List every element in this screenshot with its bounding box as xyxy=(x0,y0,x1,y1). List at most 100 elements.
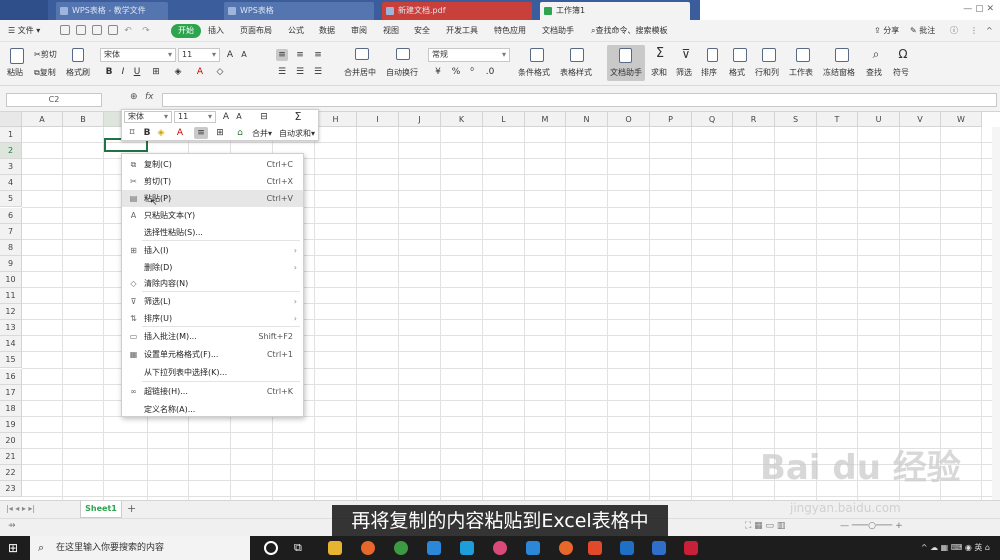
document-tab[interactable]: 新建文档.pdf xyxy=(382,2,532,20)
column-header[interactable]: S xyxy=(775,112,817,127)
select-all-corner[interactable] xyxy=(0,112,22,127)
column-header[interactable]: I xyxy=(357,112,399,127)
edge-icon[interactable] xyxy=(620,541,634,555)
add-sheet-button[interactable]: + xyxy=(127,502,136,515)
column-header[interactable]: N xyxy=(566,112,608,127)
fx-icon[interactable]: fx xyxy=(145,92,154,102)
mini-bold-button[interactable]: B xyxy=(141,127,153,139)
column-header[interactable]: J xyxy=(399,112,441,127)
column-header[interactable]: B xyxy=(63,112,104,127)
row-header[interactable]: 2 xyxy=(0,143,22,160)
name-box[interactable]: C2 xyxy=(6,93,102,107)
sheet-tab-sheet1[interactable]: Sheet1 xyxy=(80,501,122,518)
context-menu-item[interactable]: ⇅ 排序(U) › xyxy=(122,310,303,327)
symbol-button[interactable]: 符号 xyxy=(893,68,909,78)
context-menu-item[interactable]: ◇ 清除内容(N) xyxy=(122,275,303,292)
align-middle-icon[interactable]: ≡ xyxy=(294,49,306,61)
align-bottom-icon[interactable]: ≡ xyxy=(312,49,324,61)
firefox-icon[interactable] xyxy=(361,541,375,555)
doc-assistant-button[interactable]: 文档助手 xyxy=(610,68,642,78)
font-size-select[interactable]: 11 ▾ xyxy=(178,48,220,62)
align-left-icon[interactable]: ☰ xyxy=(276,66,288,78)
context-menu-item[interactable]: 从下拉列表中选择(K)... xyxy=(122,364,303,381)
row-header[interactable]: 7 xyxy=(0,223,22,240)
cortana-icon[interactable] xyxy=(264,541,278,555)
wps-icon[interactable] xyxy=(652,541,666,555)
row-header[interactable]: 19 xyxy=(0,416,22,433)
pdf-reader-icon[interactable] xyxy=(684,541,698,555)
open-icon[interactable] xyxy=(76,25,86,35)
row-header[interactable]: 3 xyxy=(0,159,22,176)
chrome-icon[interactable] xyxy=(394,541,408,555)
column-header[interactable]: U xyxy=(858,112,900,127)
context-menu-item[interactable]: ⧉ 复制(C) Ctrl+C xyxy=(122,156,303,173)
mini-format-icon[interactable]: ⌑ xyxy=(126,127,138,139)
app-icon[interactable] xyxy=(559,541,573,555)
increase-font-icon[interactable]: A xyxy=(224,49,236,61)
macro-icon[interactable]: ⇸ xyxy=(8,521,16,531)
context-menu-item[interactable]: A 只粘贴文本(Y) xyxy=(122,207,303,224)
row-header[interactable]: 4 xyxy=(0,175,22,192)
tab-formulas[interactable]: 公式 xyxy=(288,24,304,38)
row-header[interactable]: 10 xyxy=(0,271,22,288)
sheet-nav-icons[interactable]: |◂ ◂ ▸ ▸| xyxy=(6,504,35,513)
mini-font-size[interactable]: 11 ▾ xyxy=(174,111,216,123)
tab-review[interactable]: 审阅 xyxy=(351,24,367,38)
document-tab-active[interactable]: 工作簿1 xyxy=(540,2,690,20)
row-header[interactable]: 16 xyxy=(0,368,22,385)
column-header[interactable]: V xyxy=(900,112,941,127)
number-format-select[interactable]: 常规 ▾ xyxy=(428,48,510,62)
row-header[interactable]: 5 xyxy=(0,191,22,208)
row-header[interactable]: 20 xyxy=(0,432,22,449)
document-tab[interactable]: WPS表格 xyxy=(224,2,374,20)
context-menu-item[interactable]: ▦ 设置单元格格式(F)... Ctrl+1 xyxy=(122,346,303,363)
share-button[interactable]: ⇪ 分享 xyxy=(874,24,899,38)
mini-border-icon[interactable]: ⊞ xyxy=(214,127,226,139)
align-top-icon[interactable]: ≡ xyxy=(276,49,288,61)
row-header[interactable]: 15 xyxy=(0,352,22,369)
row-header[interactable]: 21 xyxy=(0,449,22,466)
decimal-icon[interactable]: .0 xyxy=(484,66,496,78)
row-header[interactable]: 1 xyxy=(0,127,22,144)
undo-icon[interactable]: ↶ xyxy=(122,25,134,37)
clear-icon[interactable]: ◇ xyxy=(214,66,226,78)
tab-special[interactable]: 特色应用 xyxy=(494,24,526,38)
tab-insert[interactable]: 插入 xyxy=(208,24,224,38)
column-header[interactable]: K xyxy=(441,112,483,127)
mini-decrease-font-icon[interactable]: A xyxy=(233,111,245,123)
explorer-icon[interactable] xyxy=(328,541,342,555)
taskbar-search[interactable]: ⌕ 在这里输入你要搜索的内容 xyxy=(30,536,250,560)
row-header[interactable]: 14 xyxy=(0,336,22,353)
format-painter-button[interactable]: 格式刷 xyxy=(66,68,90,78)
context-menu-item[interactable]: 选择性粘贴(S)... xyxy=(122,224,303,241)
bold-button[interactable]: B xyxy=(103,66,115,78)
context-menu-item[interactable]: ▭ 插入批注(M)... Shift+F2 xyxy=(122,328,303,345)
align-center-icon[interactable]: ☰ xyxy=(294,66,306,78)
tab-home[interactable]: 开始 xyxy=(171,24,201,38)
context-menu-item[interactable]: 删除(D) › xyxy=(122,259,303,276)
percent-icon[interactable]: % xyxy=(450,66,462,78)
font-color-icon[interactable]: A xyxy=(194,66,206,78)
row-header[interactable]: 22 xyxy=(0,465,22,482)
system-tray[interactable]: ^ ☁ ▦ ⌨ ◉ 英 ⌂ xyxy=(780,542,990,554)
currency-icon[interactable]: ¥ xyxy=(432,66,444,78)
column-header[interactable]: H xyxy=(315,112,357,127)
paste-icon[interactable] xyxy=(10,48,24,64)
mini-font-color-icon[interactable]: A xyxy=(174,127,186,139)
column-header[interactable]: P xyxy=(650,112,692,127)
column-header[interactable]: T xyxy=(817,112,858,127)
task-view-icon[interactable]: ⧉ xyxy=(294,541,308,555)
zoom-icon[interactable]: ⊕ xyxy=(130,92,138,102)
row-header[interactable]: 9 xyxy=(0,255,22,272)
column-header[interactable]: M xyxy=(525,112,566,127)
fill-color-icon[interactable]: ◈ xyxy=(172,66,184,78)
app-icon[interactable] xyxy=(526,541,540,555)
wrap-text-button[interactable]: 自动换行 xyxy=(386,68,418,78)
view-mode-icons[interactable]: ⛶ ▦ ▭ ▥ xyxy=(745,521,785,531)
preview-icon[interactable] xyxy=(108,25,118,35)
mini-align-icon[interactable]: ≡ xyxy=(194,127,208,139)
tab-view[interactable]: 视图 xyxy=(383,24,399,38)
tab-security[interactable]: 安全 xyxy=(414,24,430,38)
formula-input[interactable] xyxy=(162,93,997,107)
underline-button[interactable]: U xyxy=(131,66,143,78)
